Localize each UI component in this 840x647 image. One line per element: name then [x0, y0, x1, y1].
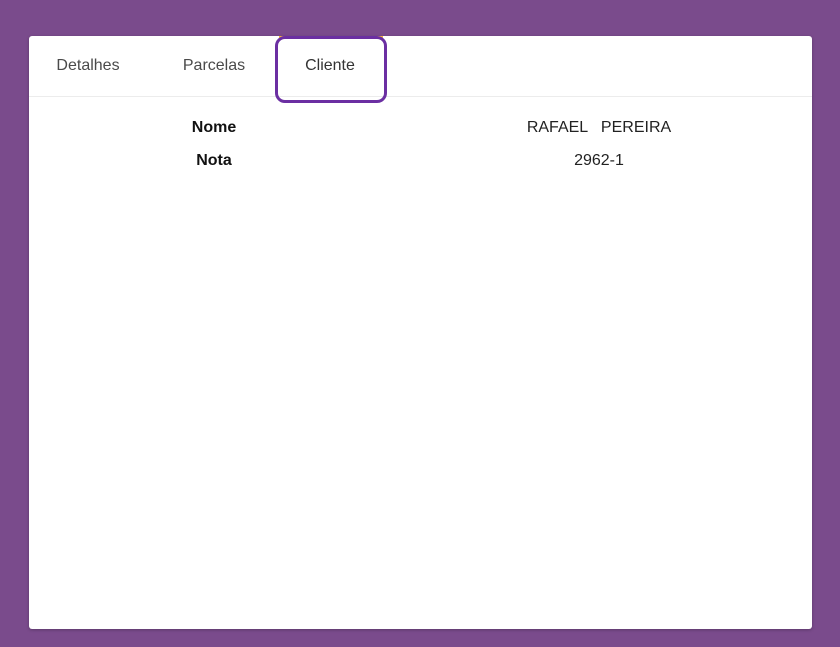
tab-parcelas[interactable]: Parcelas [163, 36, 265, 96]
details-panel: Detalhes Parcelas Cliente Nome RAFAEL PE… [29, 36, 812, 629]
tab-bar: Detalhes Parcelas Cliente [29, 36, 812, 103]
tab-cliente[interactable]: Cliente [277, 36, 383, 96]
nota-value: 2962-1 [574, 152, 624, 169]
tab-detalhes[interactable]: Detalhes [37, 36, 139, 96]
cliente-row-nome: Nome RAFAEL PEREIRA [29, 114, 812, 142]
cliente-row-nota: Nota 2962-1 [29, 147, 812, 175]
active-tab-indicator [279, 36, 383, 38]
nome-value: RAFAEL PEREIRA [526, 119, 672, 136]
nome-label: Nome [191, 119, 237, 136]
nota-label: Nota [196, 152, 232, 169]
